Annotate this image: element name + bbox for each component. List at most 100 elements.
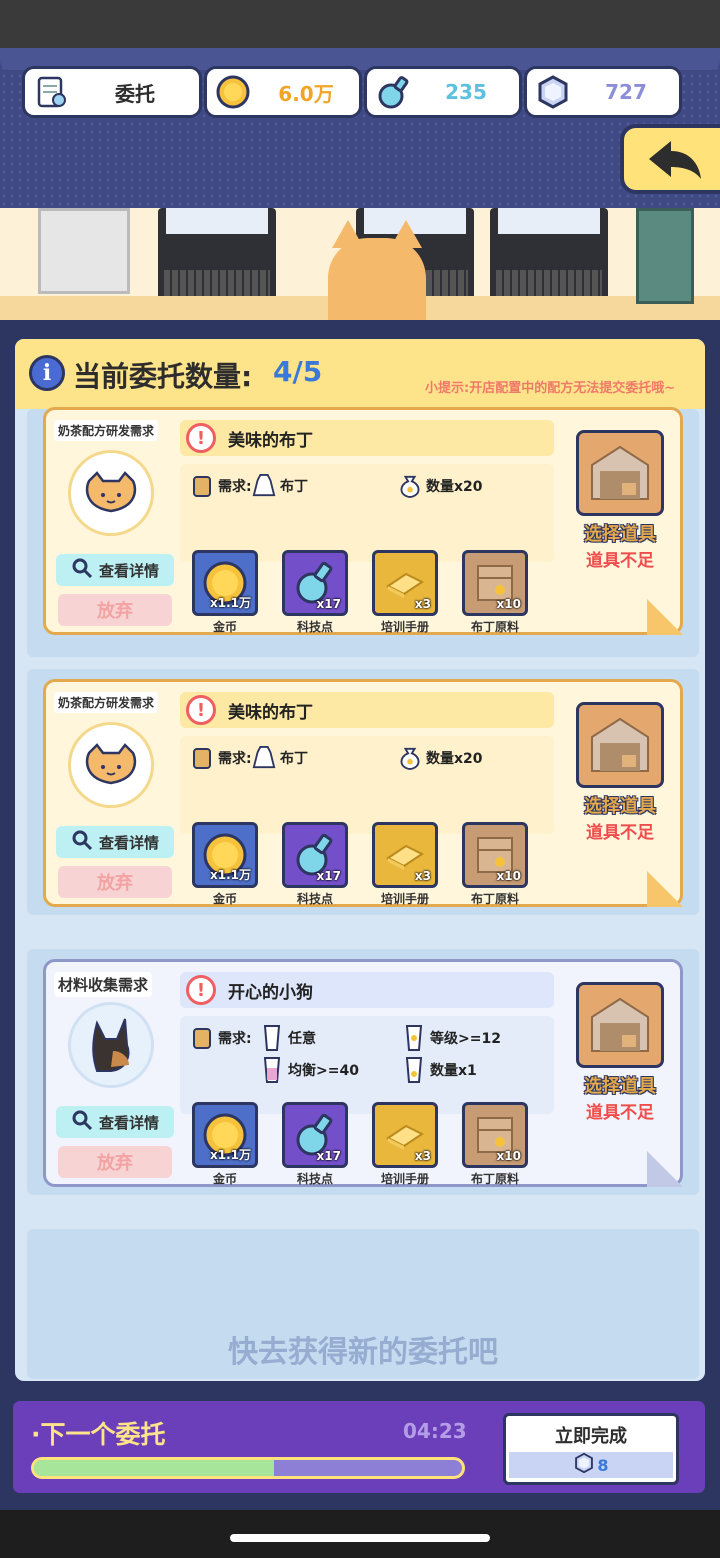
finish-now-button[interactable]: 立即完成 8 [503,1413,679,1485]
card-type-tag: 奶茶配方研发需求 [54,420,159,441]
warning-icon: ! [186,975,216,1005]
finish-cost: 8 [509,1452,673,1478]
coin-counter[interactable]: 6.0万 [204,66,362,118]
reward-item[interactable]: x3 培训手册 [372,822,438,907]
reward-item[interactable]: x17 科技点 [282,1102,348,1187]
warehouse-icon [576,982,664,1068]
reward-item[interactable]: x1.1万 金币 [192,550,258,635]
magnifier-icon [71,1109,93,1135]
select-item-button[interactable]: 选择道具 道具不足 [576,430,664,571]
view-details-button[interactable]: 查看详情 [56,826,174,858]
commission-panel: i 当前委托数量: 4/5 小提示:开店配置中的配方无法提交委托哦~ 奶茶配方研… [12,336,708,1384]
select-item-label: 选择道具 [584,524,656,545]
reward-tech: x17 [282,550,348,616]
card-title: 美味的布丁 [228,702,313,723]
abandon-button[interactable]: 放弃 [58,1146,172,1178]
card-title-bar: ! 开心的小狗 [180,972,554,1008]
cat-avatar [68,722,154,808]
cat-avatar [68,450,154,536]
tech-value: 235 [445,80,487,104]
gem-counter[interactable]: 727 [524,66,682,118]
reward-tech: x17 [282,1102,348,1168]
reward-item[interactable]: x17 科技点 [282,822,348,907]
next-commission-bar: ·下一个委托 04:23 立即完成 8 [10,1398,708,1496]
abandon-button[interactable]: 放弃 [58,594,172,626]
reward-item[interactable]: x1.1万 金币 [192,822,258,907]
requirement-quantity: 数量x20 [398,472,483,500]
panel-header: i 当前委托数量: 4/5 小提示:开店配置中的配方无法提交委托哦~ [15,339,705,409]
card-type-tag: 奶茶配方研发需求 [54,692,159,713]
finish-cost-value: 8 [597,1455,609,1475]
reward-item[interactable]: x10 布丁原料 [462,550,528,635]
coin-value: 6.0万 [278,81,334,106]
shop-scene [0,208,720,326]
commission-card-slot: 材料收集需求 查看详情 放弃 ! 开心的小狗 需求: 任意 等级>=12 均衡>… [27,949,699,1195]
reward-item[interactable]: x10 布丁原料 [462,822,528,907]
abandon-button[interactable]: 放弃 [58,866,172,898]
view-details-button[interactable]: 查看详情 [56,1106,174,1138]
tech-counter[interactable]: 235 [364,66,522,118]
reward-coin: x1.1万 [192,1102,258,1168]
commission-tab[interactable]: 委托 [22,66,202,118]
cup-coin-icon [402,1056,426,1084]
reward-item[interactable]: x3 培训手册 [372,1102,438,1187]
clipboard-icon [190,1024,214,1052]
reward-manual: x3 [372,1102,438,1168]
reward-item[interactable]: x10 布丁原料 [462,1102,528,1187]
insufficient-label: 道具不足 [586,1103,654,1123]
info-icon[interactable]: i [29,355,65,391]
status-bar [0,0,720,48]
commission-card-slot: 奶茶配方研发需求 查看详情 放弃 ! 美味的布丁 需求: 布丁 数量x20 x1… [27,669,699,915]
view-details-label: 查看详情 [98,1113,159,1132]
cash-register [490,208,608,304]
requirement-box: 需求: 布丁 数量x20 [180,736,554,834]
cabinet [636,208,694,304]
select-item-button[interactable]: 选择道具 道具不足 [576,702,664,843]
coin-icon [213,72,253,112]
empty-commission-slot: 快去获得新的委托吧 [27,1229,699,1379]
requirement-item: 布丁 [252,744,308,772]
dog-avatar [68,1002,154,1088]
magnifier-icon [71,829,93,855]
gem-value: 727 [605,80,647,104]
magnifier-icon [71,557,93,583]
card-title: 美味的布丁 [228,430,313,451]
pudding-icon [252,472,276,500]
insufficient-label: 道具不足 [586,823,654,843]
reward-material: x10 [462,550,528,616]
view-details-button[interactable]: 查看详情 [56,554,174,586]
home-indicator[interactable] [230,1534,490,1542]
requirement-balance: 均衡>=40 [260,1056,359,1084]
select-item-label: 选择道具 [584,1076,656,1097]
view-details-label: 查看详情 [98,561,159,580]
commission-title: 委托 [115,81,155,106]
flask-icon [373,72,413,112]
warehouse-icon [576,430,664,516]
panel-title: 当前委托数量: [73,360,253,393]
fridge [38,208,130,294]
reward-tech: x17 [282,822,348,888]
requirement-box: 需求: 布丁 数量x20 [180,464,554,562]
progress-fill [34,1460,274,1476]
bag-icon [398,472,422,500]
next-commission-title: ·下一个委托 [31,1420,166,1449]
reward-item[interactable]: x17 科技点 [282,550,348,635]
back-button[interactable] [620,124,720,194]
reward-item[interactable]: x1.1万 金币 [192,1102,258,1187]
cup-icon [260,1024,284,1052]
empty-slot-hint: 快去获得新的委托吧 [228,1335,498,1370]
cup-pink-icon [260,1056,284,1084]
card-title-bar: ! 美味的布丁 [180,420,554,456]
reward-item[interactable]: x3 培训手册 [372,550,438,635]
requirement-box: 需求: 任意 等级>=12 均衡>=40 数量x1 [180,1016,554,1114]
cat-shopkeeper [328,220,426,320]
cup-star-icon [402,1024,426,1052]
commission-count: 4/5 [273,355,323,388]
cash-register [158,208,276,304]
reward-manual: x3 [372,550,438,616]
requirement-label: 需求: [190,472,252,500]
select-item-button[interactable]: 选择道具 道具不足 [576,982,664,1123]
requirement-quantity: 数量x20 [398,744,483,772]
card-title: 开心的小狗 [228,982,313,1003]
requirement-label: 需求: [190,1024,252,1052]
